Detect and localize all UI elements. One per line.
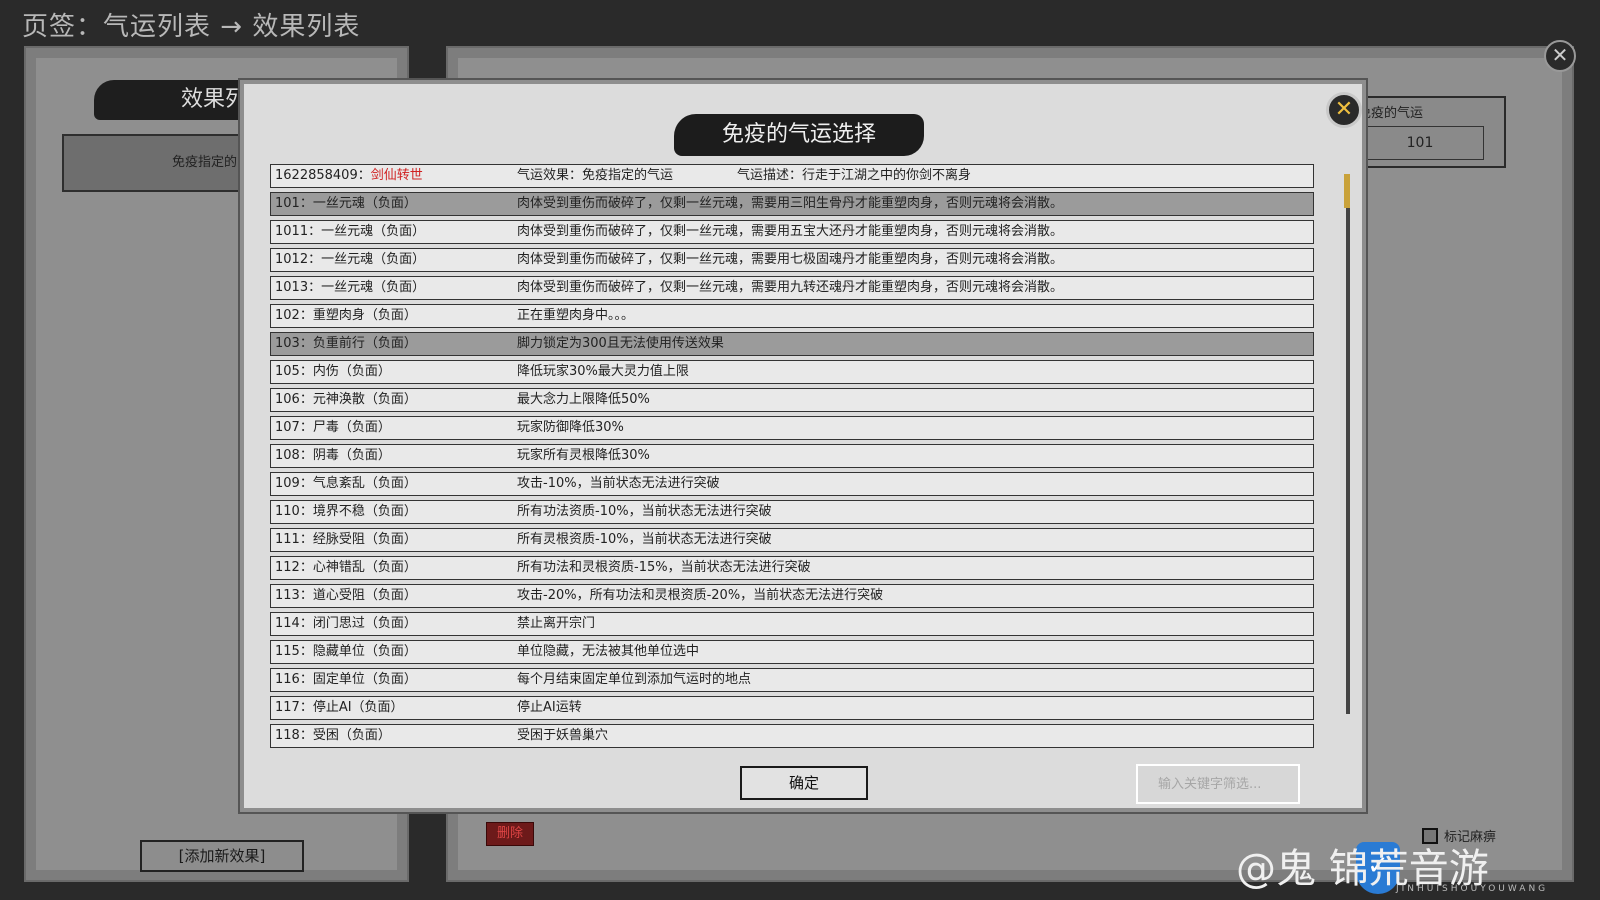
list-item[interactable]: 1011：一丝元魂（负面） 肉体受到重伤而破碎了，仅剩一丝元魂，需要用五宝大还丹才… [270, 220, 1314, 244]
list-item-description: 肉体受到重伤而破碎了，仅剩一丝元魂，需要用七极固魂丹才能重塑肉身，否则元魂将会消… [517, 252, 1064, 267]
list-item-name: 108：阴毒（负面） [275, 448, 391, 463]
fortune-list[interactable]: 1622858409：剑仙转世 气运效果：免疫指定的气运 气运描述：行走于江湖之… [270, 164, 1314, 752]
fortune-header-row[interactable]: 1622858409：剑仙转世 气运效果：免疫指定的气运 气运描述：行走于江湖之… [270, 164, 1314, 188]
list-item[interactable]: 118：受困（负面） 受困于妖兽巢穴 [270, 724, 1314, 748]
fortune-select-dialog: 免疫的气运选择 ✕ 1622858409：剑仙转世 气运效果：免疫指定的气运 气… [240, 80, 1366, 812]
list-item-description: 攻击-10%，当前状态无法进行突破 [517, 476, 720, 491]
list-item-name: 1011：一丝元魂（负面） [275, 224, 426, 239]
add-effect-button[interactable]: [添加新效果] [140, 840, 304, 872]
close-icon[interactable]: ✕ [1326, 92, 1362, 128]
list-item-description: 玩家防御降低30% [517, 420, 624, 435]
list-item[interactable]: 1013：一丝元魂（负面） 肉体受到重伤而破碎了，仅剩一丝元魂，需要用九转还魂丹才… [270, 276, 1314, 300]
list-item[interactable]: 114：闭门思过（负面） 禁止离开宗门 [270, 612, 1314, 636]
list-item-description: 所有功法资质-10%，当前状态无法进行突破 [517, 504, 772, 519]
list-item[interactable]: 102：重塑肉身（负面） 正在重塑肉身中。。。 [270, 304, 1314, 328]
list-item-description: 禁止离开宗门 [517, 616, 596, 631]
list-item-name: 114：闭门思过（负面） [275, 616, 417, 631]
list-item[interactable]: 1012：一丝元魂（负面） 肉体受到重伤而破碎了，仅剩一丝元魂，需要用七极固魂丹才… [270, 248, 1314, 272]
list-item-name: 110：境界不稳（负面） [275, 504, 417, 519]
list-item-name: 107：尸毒（负面） [275, 420, 391, 435]
list-item[interactable]: 112：心神错乱（负面） 所有功法和灵根资质-15%，当前状态无法进行突破 [270, 556, 1314, 580]
list-item-description: 停止AI运转 [517, 700, 582, 715]
fortune-description: 气运描述：行走于江湖之中的你剑不离身 [737, 168, 972, 183]
list-item-description: 降低玩家30%最大灵力值上限 [517, 364, 689, 379]
list-item[interactable]: 116：固定单位（负面） 每个月结束固定单位到添加气运时的地点 [270, 668, 1314, 692]
list-item[interactable]: 110：境界不稳（负面） 所有功法资质-10%，当前状态无法进行突破 [270, 500, 1314, 524]
list-item[interactable]: 109：气息紊乱（负面） 攻击-10%，当前状态无法进行突破 [270, 472, 1314, 496]
list-item-name: 101：一丝元魂（负面） [275, 196, 417, 211]
list-item-name: 117：停止AI（负面） [275, 700, 404, 715]
list-item-name: 1012：一丝元魂（负面） [275, 252, 426, 267]
list-item-name: 111：经脉受阻（负面） [275, 532, 417, 547]
delete-button[interactable]: 删除 [486, 822, 534, 846]
confirm-button[interactable]: 确定 [740, 766, 868, 800]
list-item-description: 肉体受到重伤而破碎了，仅剩一丝元魂，需要用九转还魂丹才能重塑肉身，否则元魂将会消… [517, 280, 1064, 295]
list-item-name: 118：受困（负面） [275, 728, 391, 743]
list-item-name: 113：道心受阻（负面） [275, 588, 417, 603]
list-item-name: 103：负重前行（负面） [275, 336, 417, 351]
list-item[interactable]: 107：尸毒（负面） 玩家防御降低30% [270, 416, 1314, 440]
list-item-description: 脚力锁定为300且无法使用传送效果 [517, 336, 724, 351]
watermark-subtitle: JINHUISHOUYOUWANG [1396, 884, 1549, 894]
scrollbar-thumb[interactable] [1344, 174, 1350, 208]
list-item-name: 1013：一丝元魂（负面） [275, 280, 426, 295]
scrollbar[interactable] [1346, 174, 1350, 714]
list-item[interactable]: 101：一丝元魂（负面） 肉体受到重伤而破碎了，仅剩一丝元魂，需要用三阳生骨丹才能… [270, 192, 1314, 216]
list-item[interactable]: 117：停止AI（负面） 停止AI运转 [270, 696, 1314, 720]
fortune-id-name: 1622858409：剑仙转世 [275, 168, 423, 183]
list-item-name: 105：内伤（负面） [275, 364, 391, 379]
list-item-description: 受困于妖兽巢穴 [517, 728, 609, 743]
list-item[interactable]: 106：元神涣散（负面） 最大念力上限降低50% [270, 388, 1314, 412]
list-item-description: 所有灵根资质-10%，当前状态无法进行突破 [517, 532, 772, 547]
list-item-name: 112：心神错乱（负面） [275, 560, 417, 575]
immune-fortune-value[interactable]: 101 [1356, 126, 1484, 160]
close-icon[interactable]: ✕ [1544, 40, 1576, 72]
list-item-description: 单位隐藏，无法被其他单位选中 [517, 644, 700, 659]
dialog-title: 免疫的气运选择 [674, 114, 924, 156]
list-item[interactable]: 105：内伤（负面） 降低玩家30%最大灵力值上限 [270, 360, 1314, 384]
list-item[interactable]: 103：负重前行（负面） 脚力锁定为300且无法使用传送效果 [270, 332, 1314, 356]
list-item[interactable]: 108：阴毒（负面） 玩家所有灵根降低30% [270, 444, 1314, 468]
list-item-name: 115：隐藏单位（负面） [275, 644, 417, 659]
list-item-description: 肉体受到重伤而破碎了，仅剩一丝元魂，需要用三阳生骨丹才能重塑肉身，否则元魂将会消… [517, 196, 1064, 211]
list-item-name: 106：元神涣散（负面） [275, 392, 417, 407]
list-item[interactable]: 115：隐藏单位（负面） 单位隐藏，无法被其他单位选中 [270, 640, 1314, 664]
list-item-description: 所有功法和灵根资质-15%，当前状态无法进行突破 [517, 560, 811, 575]
list-item-description: 玩家所有灵根降低30% [517, 448, 650, 463]
filter-input[interactable] [1136, 764, 1300, 804]
list-item-description: 攻击-20%，所有功法和灵根资质-20%，当前状态无法进行突破 [517, 588, 884, 603]
list-item-description: 肉体受到重伤而破碎了，仅剩一丝元魂，需要用五宝大还丹才能重塑肉身，否则元魂将会消… [517, 224, 1064, 239]
list-item-name: 109：气息紊乱（负面） [275, 476, 417, 491]
fortune-name: 剑仙转世 [370, 168, 423, 183]
immune-fortune-label: 免疫的气运 [1358, 106, 1424, 121]
list-item-description: 正在重塑肉身中。。。 [517, 308, 635, 323]
list-item-description: 最大念力上限降低50% [517, 392, 650, 407]
breadcrumb: 页签：气运列表 → 效果列表 [22, 12, 361, 42]
list-item[interactable]: 113：道心受阻（负面） 攻击-20%，所有功法和灵根资质-20%，当前状态无法进… [270, 584, 1314, 608]
list-item-name: 102：重塑肉身（负面） [275, 308, 417, 323]
immune-fortune-field: 免疫的气运 101 [1346, 96, 1506, 168]
list-item-name: 116：固定单位（负面） [275, 672, 417, 687]
list-item-description: 每个月结束固定单位到添加气运时的地点 [517, 672, 752, 687]
fortune-effect: 气运效果：免疫指定的气运 [517, 168, 674, 183]
list-item[interactable]: 111：经脉受阻（负面） 所有灵根资质-10%，当前状态无法进行突破 [270, 528, 1314, 552]
